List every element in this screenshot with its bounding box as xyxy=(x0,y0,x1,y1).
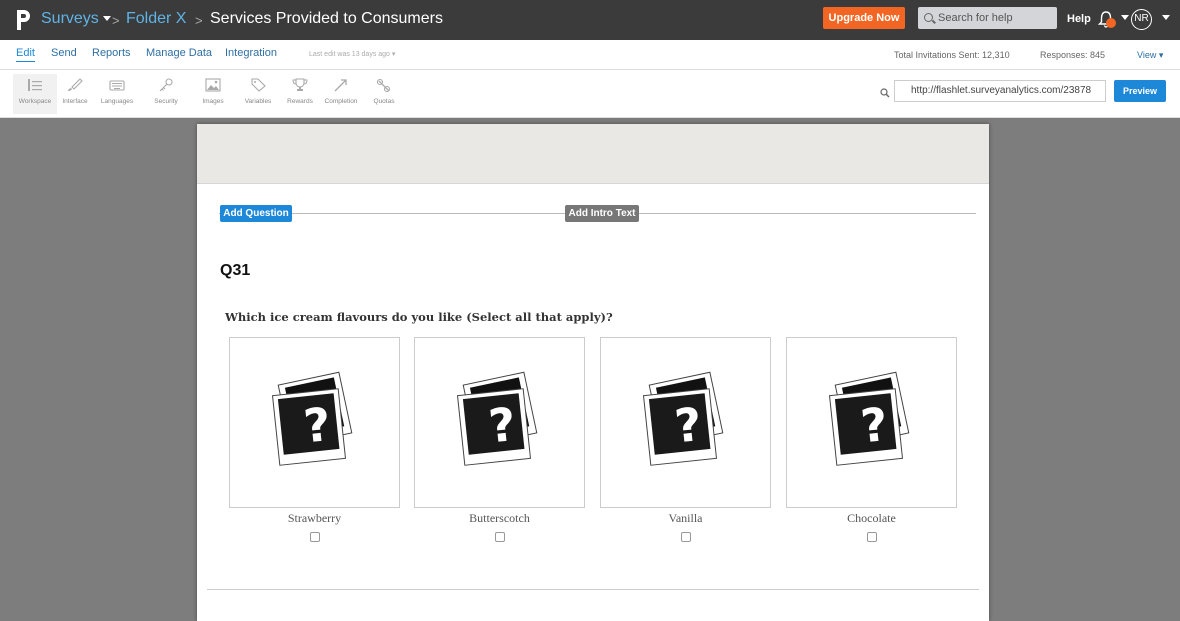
answer-option: ? Strawberry xyxy=(229,337,400,542)
tool-completion[interactable]: Completion xyxy=(319,74,363,114)
search-help-input[interactable]: Search for help xyxy=(918,7,1057,29)
option-label: Vanilla xyxy=(668,511,703,525)
breadcrumb-separator: > xyxy=(195,13,203,28)
tool-label: Images xyxy=(202,98,224,105)
tab-send[interactable]: Send xyxy=(51,47,77,59)
svg-text:?: ? xyxy=(672,397,704,453)
option-checkbox[interactable] xyxy=(680,532,691,542)
answer-option: ? Butterscotch xyxy=(414,337,585,542)
responses-count: Responses: 845 xyxy=(1040,50,1106,60)
tool-workspace[interactable]: Workspace xyxy=(13,74,57,114)
tool-label: Interface xyxy=(62,98,88,105)
tool-label: Languages xyxy=(100,98,134,105)
answer-option: ? Vanilla xyxy=(600,337,771,542)
breadcrumb-folder[interactable]: Folder X xyxy=(126,10,186,28)
tool-quotas[interactable]: Quotas xyxy=(362,74,406,114)
option-checkbox[interactable] xyxy=(494,532,505,542)
image-icon xyxy=(205,78,221,92)
page-title: Services Provided to Consumers xyxy=(210,10,443,27)
tool-label: Completion xyxy=(324,98,358,105)
tab-reports[interactable]: Reports xyxy=(92,47,131,59)
upgrade-now-button[interactable]: Upgrade Now xyxy=(823,7,905,29)
tab-manage-data[interactable]: Manage Data xyxy=(146,47,212,59)
tool-images[interactable]: Images xyxy=(191,74,235,114)
secondary-nav: Edit Send Reports Manage Data Integratio… xyxy=(0,40,1180,70)
trophy-icon xyxy=(292,78,308,91)
option-label: Strawberry xyxy=(287,511,342,525)
survey-header[interactable] xyxy=(197,124,989,184)
tool-label: Quotas xyxy=(373,98,395,105)
tool-label: Variables xyxy=(244,98,272,105)
chevron-down-icon[interactable] xyxy=(1121,15,1129,20)
add-question-button[interactable]: Add Question xyxy=(220,205,292,222)
top-bar: Surveys > Folder X > Services Provided t… xyxy=(0,0,1180,40)
search-icon xyxy=(924,13,933,22)
tool-security[interactable]: Security xyxy=(144,74,188,114)
view-menu[interactable]: View ▾ xyxy=(1137,50,1163,61)
option-checkbox[interactable] xyxy=(309,532,320,542)
option-image[interactable]: ? xyxy=(414,337,585,508)
question-mark-image-icon: ? xyxy=(642,371,724,466)
question-text[interactable]: Which ice cream flavours do you like (Se… xyxy=(225,310,613,324)
keyboard-icon xyxy=(109,80,125,91)
chevron-down-icon[interactable] xyxy=(1162,15,1170,20)
app-logo-icon[interactable] xyxy=(14,8,32,32)
chevron-down-icon xyxy=(102,16,111,22)
quota-icon xyxy=(376,78,391,92)
add-intro-text-button[interactable]: Add Intro Text xyxy=(565,205,639,222)
last-edit-text[interactable]: Last edit was 13 days ago ▾ xyxy=(309,50,395,58)
tool-variables[interactable]: Variables xyxy=(236,74,280,114)
svg-text:?: ? xyxy=(858,397,890,453)
breadcrumb-separator: > xyxy=(112,13,120,28)
svg-text:?: ? xyxy=(301,397,333,453)
tool-interface[interactable]: Interface xyxy=(53,74,97,114)
invitations-count: Total Invitations Sent: 12,310 xyxy=(894,50,1010,60)
tool-label: Rewards xyxy=(287,98,313,105)
option-image[interactable]: ? xyxy=(600,337,771,508)
breadcrumb-surveys[interactable]: Surveys xyxy=(41,10,111,28)
question-mark-image-icon: ? xyxy=(828,371,910,466)
list-icon xyxy=(28,79,42,91)
tab-edit[interactable]: Edit xyxy=(16,47,35,62)
tag-icon xyxy=(251,78,266,92)
tool-rewards[interactable]: Rewards xyxy=(278,74,322,114)
option-checkbox[interactable] xyxy=(866,532,877,542)
question-number[interactable]: Q31 xyxy=(220,262,250,280)
notification-badge xyxy=(1106,18,1116,28)
tool-label: Security xyxy=(154,98,178,105)
search-icon[interactable] xyxy=(880,88,890,98)
option-label: Chocolate xyxy=(847,511,896,525)
tool-label: Workspace xyxy=(18,98,52,105)
arrow-icon xyxy=(334,79,347,92)
option-image[interactable]: ? xyxy=(229,337,400,508)
option-image[interactable]: ? xyxy=(786,337,957,508)
survey-page: Add Question Add Intro Text Q31 Which ic… xyxy=(197,124,989,621)
question-mark-image-icon: ? xyxy=(456,371,538,466)
answer-option: ? Chocolate xyxy=(786,337,957,542)
svg-text:?: ? xyxy=(486,397,518,453)
search-help-placeholder: Search for help xyxy=(938,12,1013,24)
survey-url-field[interactable]: http://flashlet.surveyanalytics.com/2387… xyxy=(894,80,1106,102)
avatar[interactable]: NR xyxy=(1131,9,1152,30)
brush-icon xyxy=(68,78,83,91)
question-mark-image-icon: ? xyxy=(271,371,353,466)
tab-integration[interactable]: Integration xyxy=(225,47,277,59)
tool-languages[interactable]: Languages xyxy=(95,74,139,114)
divider xyxy=(207,589,979,590)
key-icon xyxy=(159,78,173,92)
option-label: Butterscotch xyxy=(469,511,530,525)
preview-button[interactable]: Preview xyxy=(1114,80,1166,102)
help-link[interactable]: Help xyxy=(1067,13,1091,25)
